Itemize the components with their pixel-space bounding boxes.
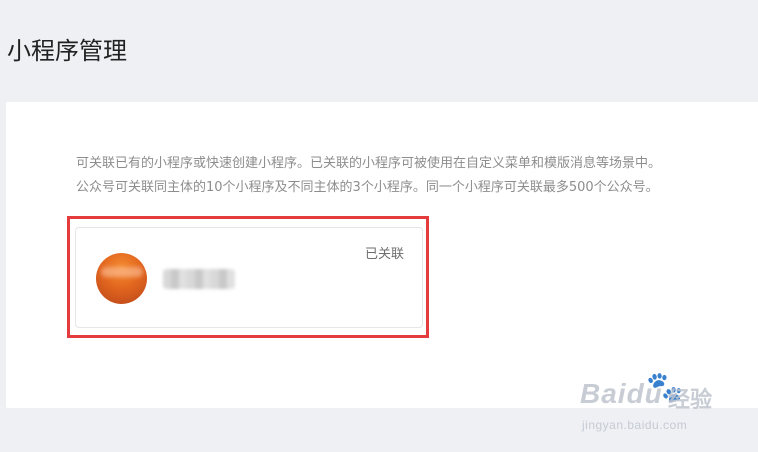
description-line-1: 可关联已有的小程序或快速创建小程序。已关联的小程序可被使用在自定义菜单和模版消息…	[76, 156, 662, 171]
watermark-url: jingyan.baidu.com	[582, 418, 688, 432]
mini-program-name-blurred	[163, 269, 235, 289]
mini-program-avatar	[96, 253, 147, 304]
content-panel: 可关联已有的小程序或快速创建小程序。已关联的小程序可被使用在自定义菜单和模版消息…	[6, 102, 758, 408]
description-line-2: 公众号可关联同主体的10个小程序及不同主体的3个小程序。同一个小程序可关联最多5…	[76, 180, 659, 195]
mini-program-card[interactable]: 已关联	[75, 227, 423, 328]
page-title: 小程序管理	[7, 37, 127, 65]
description: 可关联已有的小程序或快速创建小程序。已关联的小程序可被使用在自定义菜单和模版消息…	[76, 152, 736, 200]
avatar-blur	[101, 267, 143, 277]
status-linked: 已关联	[364, 247, 404, 262]
